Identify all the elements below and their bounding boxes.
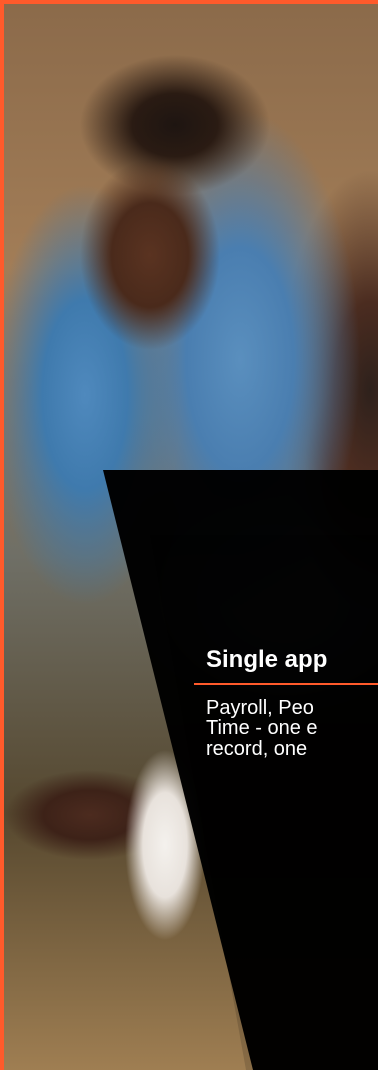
feature-description: Payroll, Peo Time - one e record, one — [206, 696, 378, 760]
feature-description-line-2: Time - one e — [206, 717, 318, 740]
feature-title: Single app — [206, 646, 328, 673]
hero-slide: Single app Payroll, Peo Time - one e rec… — [0, 0, 378, 1070]
feature-description-line-1: Payroll, Peo — [206, 696, 314, 719]
feature-rule — [194, 682, 378, 685]
left-accent — [0, 0, 4, 1070]
top-accent — [0, 0, 378, 4]
feature-card: Single app Payroll, Peo Time - one e rec… — [194, 646, 378, 760]
feature-description-line-3: record, one — [206, 737, 308, 760]
dark-overlay — [103, 470, 378, 1070]
